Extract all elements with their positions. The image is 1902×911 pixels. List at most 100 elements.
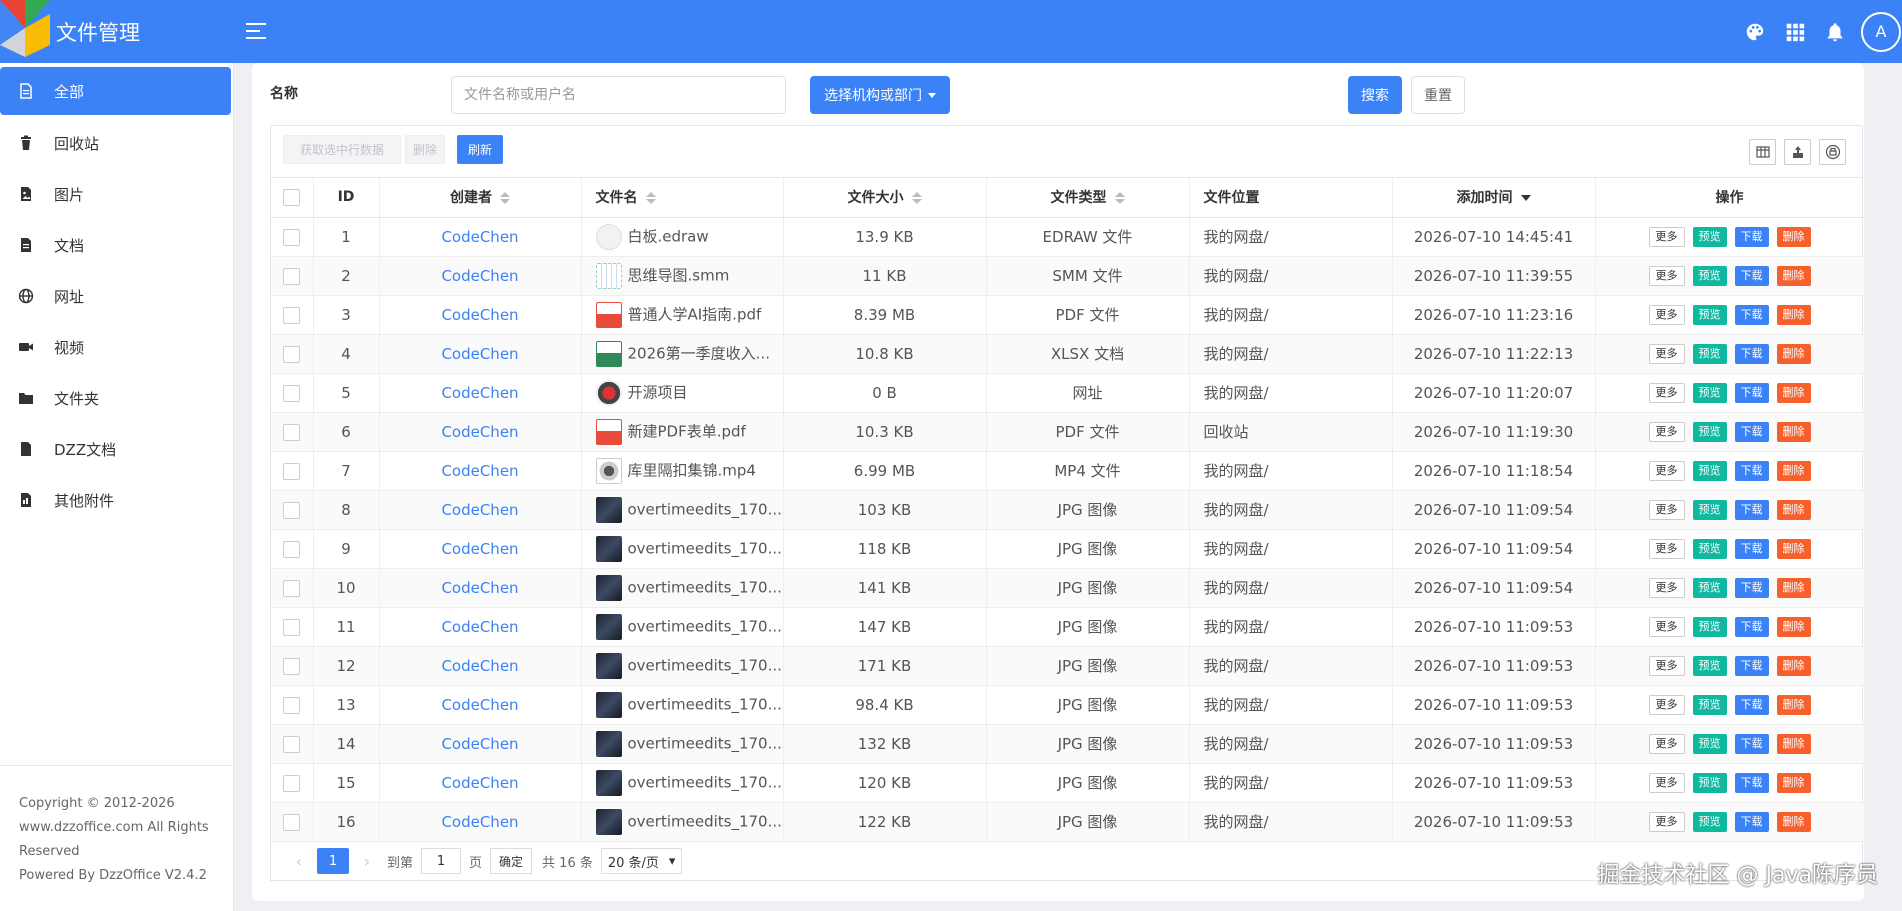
table-row[interactable]: 6 CodeChen 新建PDF表单.pdf 10.3 KB PDF 文件 回收站 2026… [271, 412, 1865, 452]
prev-page-icon[interactable]: ‹ [289, 852, 309, 871]
row-creator[interactable]: CodeChen [379, 373, 582, 413]
download-button[interactable]: 下载 [1734, 226, 1769, 247]
more-button[interactable]: 更多 [1648, 694, 1685, 715]
preview-button[interactable]: 预览 [1692, 694, 1727, 715]
download-button[interactable]: 下载 [1734, 538, 1769, 559]
creator-link[interactable]: CodeChen [441, 618, 518, 636]
creator-link[interactable]: CodeChen [441, 696, 518, 714]
more-button[interactable]: 更多 [1648, 421, 1685, 442]
row-select-cell[interactable] [271, 802, 314, 842]
more-button[interactable]: 更多 [1648, 226, 1685, 247]
goto-page-input[interactable]: 1 [421, 848, 462, 874]
table-row[interactable]: 15 CodeChen overtimeedits_170... 120 KB JPG … [271, 763, 1865, 803]
preview-button[interactable]: 预览 [1692, 382, 1727, 403]
creator-link[interactable]: CodeChen [441, 228, 518, 246]
preview-button[interactable]: 预览 [1692, 655, 1727, 676]
preview-button[interactable]: 预览 [1692, 304, 1727, 325]
more-button[interactable]: 更多 [1648, 772, 1685, 793]
download-button[interactable]: 下载 [1734, 616, 1769, 637]
row-checkbox[interactable] [283, 735, 301, 753]
row-filename[interactable]: overtimeedits_170... [581, 490, 784, 530]
row-filename[interactable]: 白板.edraw [581, 217, 784, 257]
row-select-cell[interactable] [271, 724, 314, 764]
user-avatar[interactable]: A [1861, 11, 1901, 52]
palette-icon[interactable] [1735, 12, 1775, 52]
row-filename[interactable]: 普通人学AI指南.pdf [581, 295, 784, 335]
row-creator[interactable]: CodeChen [379, 802, 582, 842]
sort-desc-icon[interactable] [1520, 195, 1531, 202]
export-icon[interactable] [1784, 139, 1811, 165]
table-row[interactable]: 12 CodeChen overtimeedits_170... 171 KB JPG … [271, 646, 1865, 686]
more-button[interactable]: 更多 [1648, 343, 1685, 364]
bell-icon[interactable] [1815, 12, 1855, 52]
creator-link[interactable]: CodeChen [441, 345, 518, 363]
row-select-cell[interactable] [271, 295, 314, 335]
next-page-icon[interactable]: › [357, 852, 377, 871]
download-button[interactable]: 下载 [1734, 499, 1769, 520]
more-button[interactable]: 更多 [1648, 538, 1685, 559]
creator-link[interactable]: CodeChen [441, 267, 518, 285]
preview-button[interactable]: 预览 [1692, 733, 1727, 754]
row-filename[interactable]: overtimeedits_170... [581, 724, 784, 764]
bulk-delete-button[interactable]: 删除 [405, 135, 445, 164]
select-org-button[interactable]: 选择机构或部门 [810, 76, 950, 114]
table-row[interactable]: 14 CodeChen overtimeedits_170... 132 KB JPG … [271, 724, 1865, 764]
creator-link[interactable]: CodeChen [441, 813, 518, 831]
preview-button[interactable]: 预览 [1692, 811, 1727, 832]
search-button[interactable]: 搜索 [1348, 76, 1402, 114]
row-creator[interactable]: CodeChen [379, 724, 582, 764]
delete-button[interactable]: 删除 [1776, 382, 1811, 403]
sidebar-item-recycle[interactable]: 回收站 [0, 119, 231, 167]
preview-button[interactable]: 预览 [1692, 538, 1727, 559]
reset-button[interactable]: 重置 [1411, 76, 1465, 114]
row-checkbox[interactable] [283, 618, 301, 636]
delete-button[interactable]: 删除 [1776, 616, 1811, 637]
search-input[interactable] [451, 76, 786, 114]
creator-link[interactable]: CodeChen [441, 423, 518, 441]
row-filename[interactable]: overtimeedits_170... [581, 646, 784, 686]
more-button[interactable]: 更多 [1648, 655, 1685, 676]
delete-button[interactable]: 删除 [1776, 538, 1811, 559]
table-row[interactable]: 7 CodeChen 库里隔扣集锦.mp4 6.99 MB MP4 文件 我的网盘/202… [271, 451, 1865, 491]
row-creator[interactable]: CodeChen [379, 217, 582, 257]
refresh-button[interactable]: 刷新 [457, 135, 503, 164]
col-name[interactable]: 文件名 [581, 178, 784, 218]
delete-button[interactable]: 删除 [1776, 694, 1811, 715]
row-filename[interactable]: 开源项目 [581, 373, 784, 413]
row-creator[interactable]: CodeChen [379, 490, 582, 530]
more-button[interactable]: 更多 [1648, 577, 1685, 598]
row-creator[interactable]: CodeChen [379, 763, 582, 803]
row-filename[interactable]: 2026第一季度收入... [581, 334, 784, 374]
sidebar-item-documents[interactable]: 文档 [0, 221, 231, 269]
more-button[interactable]: 更多 [1648, 304, 1685, 325]
row-select-cell[interactable] [271, 568, 314, 608]
delete-button[interactable]: 删除 [1776, 811, 1811, 832]
preview-button[interactable]: 预览 [1692, 772, 1727, 793]
download-button[interactable]: 下载 [1734, 304, 1769, 325]
table-row[interactable]: 3 CodeChen 普通人学AI指南.pdf 8.39 MB PDF 文件 我的网盘/2… [271, 295, 1865, 335]
creator-link[interactable]: CodeChen [441, 540, 518, 558]
col-size[interactable]: 文件大小 [783, 178, 987, 218]
row-filename[interactable]: 新建PDF表单.pdf [581, 412, 784, 452]
row-creator[interactable]: CodeChen [379, 529, 582, 569]
table-row[interactable]: 10 CodeChen overtimeedits_170... 141 KB JPG … [271, 568, 1865, 608]
row-checkbox[interactable] [283, 345, 301, 363]
table-row[interactable]: 2 CodeChen 思维导图.smm 11 KB SMM 文件 我的网盘/2026-07… [271, 256, 1865, 296]
row-select-cell[interactable] [271, 685, 314, 725]
row-filename[interactable]: 思维导图.smm [581, 256, 784, 296]
row-checkbox[interactable] [283, 228, 301, 246]
more-button[interactable]: 更多 [1648, 733, 1685, 754]
row-checkbox[interactable] [283, 540, 301, 558]
row-select-cell[interactable] [271, 373, 314, 413]
table-row[interactable]: 4 CodeChen 2026第一季度收入... 10.8 KB XLSX 文档 我的网盘… [271, 334, 1865, 374]
delete-button[interactable]: 删除 [1776, 421, 1811, 442]
row-filename[interactable]: overtimeedits_170... [581, 568, 784, 608]
creator-link[interactable]: CodeChen [441, 579, 518, 597]
more-button[interactable]: 更多 [1648, 616, 1685, 637]
row-select-cell[interactable] [271, 412, 314, 452]
row-creator[interactable]: CodeChen [379, 451, 582, 491]
more-button[interactable]: 更多 [1648, 499, 1685, 520]
row-checkbox[interactable] [283, 423, 301, 441]
delete-button[interactable]: 删除 [1776, 460, 1811, 481]
creator-link[interactable]: CodeChen [441, 657, 518, 675]
